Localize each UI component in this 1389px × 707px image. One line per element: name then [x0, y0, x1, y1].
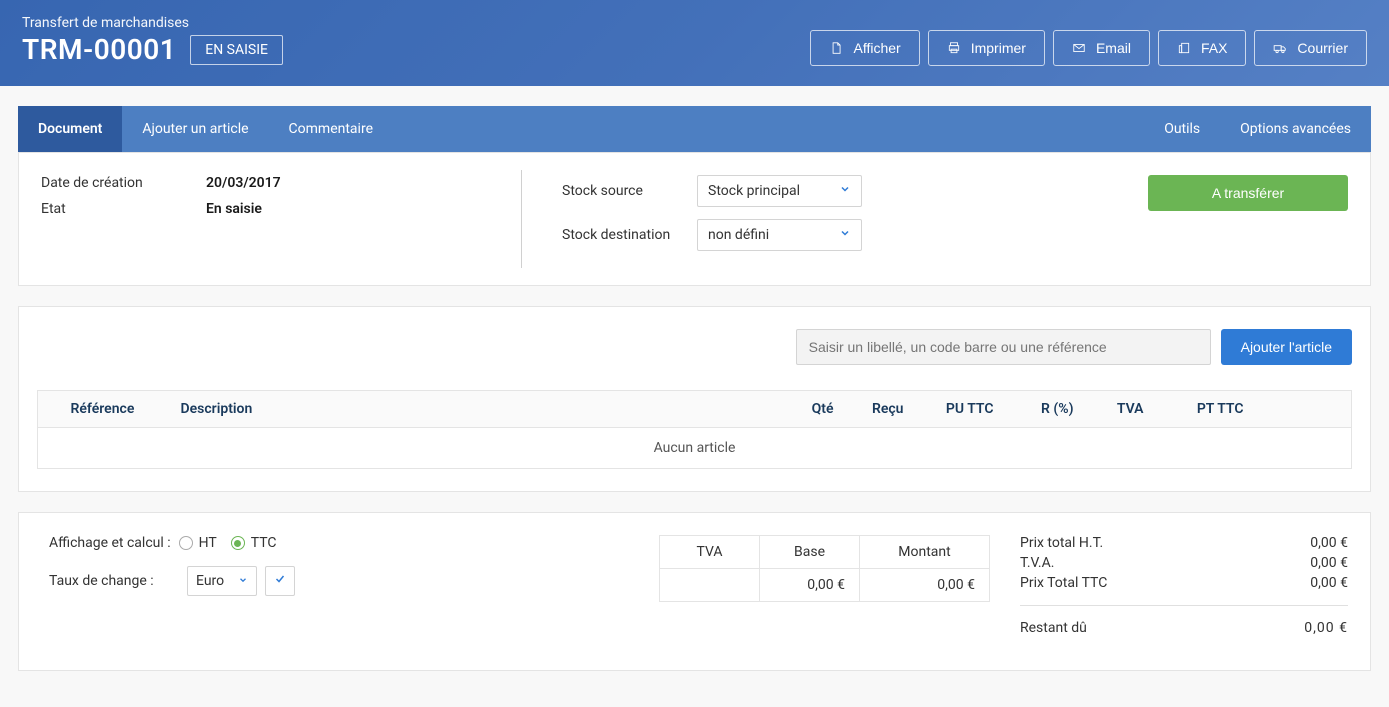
- printer-icon: [947, 41, 961, 55]
- articles-table: Référence Description Qté Reçu PU TTC R …: [37, 390, 1352, 469]
- empty-message: Aucun article: [38, 428, 1352, 469]
- total-tva-value: 0,00 €: [1310, 555, 1348, 571]
- currency-select[interactable]: Euro: [187, 566, 257, 596]
- tab-options-avancees[interactable]: Options avancées: [1220, 106, 1371, 152]
- check-icon: [274, 573, 286, 585]
- truck-icon: [1273, 41, 1287, 55]
- chevron-down-icon: [839, 227, 851, 243]
- tab-document[interactable]: Document: [18, 106, 122, 152]
- tva-col-base: Base: [760, 536, 860, 569]
- taux-change-label: Taux de change :: [49, 573, 179, 589]
- document-title: TRM-00001: [22, 33, 176, 66]
- tab-outils[interactable]: Outils: [1144, 106, 1220, 152]
- affichage-label: Affichage et calcul :: [49, 535, 171, 551]
- total-tva-label: T.V.A.: [1020, 555, 1054, 571]
- stock-source-select[interactable]: Stock principal: [697, 175, 862, 207]
- remaining-label: Restant dû: [1020, 620, 1087, 636]
- header-actions: Afficher Imprimer Email FAX Courrier: [810, 30, 1367, 66]
- articles-panel: Ajouter l'article Référence Description …: [18, 306, 1371, 492]
- afficher-button[interactable]: Afficher: [810, 30, 919, 66]
- col-pu-ttc: PU TTC: [912, 391, 1002, 428]
- total-ttc-label: Prix Total TTC: [1020, 575, 1107, 591]
- chevron-down-icon: [238, 573, 248, 589]
- tab-ajouter-article[interactable]: Ajouter un article: [122, 106, 268, 152]
- document-icon: [829, 41, 843, 55]
- remaining-value: 0,00 €: [1304, 620, 1348, 636]
- tva-col-montant: Montant: [860, 536, 990, 569]
- etat-value: En saisie: [206, 201, 262, 217]
- tva-col-tva: TVA: [660, 536, 760, 569]
- stock-destination-label: Stock destination: [562, 227, 697, 243]
- divider: [521, 170, 522, 268]
- ajouter-article-button[interactable]: Ajouter l'article: [1221, 329, 1352, 365]
- tab-bar: Document Ajouter un article Commentaire …: [18, 106, 1371, 152]
- col-pt-ttc: PT TTC: [1152, 391, 1252, 428]
- etat-label: Etat: [41, 201, 206, 217]
- radio-icon: [179, 536, 193, 550]
- totals-panel: Affichage et calcul : HT TTC Taux de cha…: [18, 512, 1371, 671]
- col-description: Description: [173, 391, 782, 428]
- status-badge: EN SAISIE: [190, 35, 283, 65]
- col-recu: Reçu: [842, 391, 912, 428]
- date-creation-value: 20/03/2017: [206, 175, 281, 191]
- col-qte: Qté: [782, 391, 842, 428]
- col-r-pct: R (%): [1002, 391, 1082, 428]
- fax-icon: [1177, 41, 1191, 55]
- tva-montant-value: 0,00 €: [860, 569, 990, 602]
- envelope-icon: [1072, 41, 1086, 55]
- total-ttc-value: 0,00 €: [1310, 575, 1348, 591]
- stock-source-label: Stock source: [562, 183, 697, 199]
- currency-confirm-button[interactable]: [265, 566, 295, 596]
- info-panel: Date de création 20/03/2017 Etat En sais…: [18, 152, 1371, 286]
- radio-ttc[interactable]: TTC: [231, 535, 277, 551]
- header-subtitle: Transfert de marchandises: [22, 15, 283, 31]
- col-tva: TVA: [1082, 391, 1152, 428]
- separator: [1020, 605, 1348, 606]
- page-header: Transfert de marchandises TRM-00001 EN S…: [0, 0, 1389, 86]
- imprimer-button[interactable]: Imprimer: [928, 30, 1045, 66]
- email-button[interactable]: Email: [1053, 30, 1150, 66]
- col-reference: Référence: [63, 391, 173, 428]
- chevron-down-icon: [839, 183, 851, 199]
- date-creation-label: Date de création: [41, 175, 206, 191]
- tva-table: TVA Base Montant 0,00 € 0,00 €: [659, 535, 990, 602]
- tva-base-value: 0,00 €: [760, 569, 860, 602]
- total-ht-value: 0,00 €: [1310, 535, 1348, 551]
- transferer-button[interactable]: A transférer: [1148, 175, 1348, 211]
- tab-commentaire[interactable]: Commentaire: [269, 106, 393, 152]
- article-search-input[interactable]: [796, 329, 1211, 365]
- fax-button[interactable]: FAX: [1158, 30, 1246, 66]
- radio-icon: [231, 536, 245, 550]
- total-ht-label: Prix total H.T.: [1020, 535, 1103, 551]
- radio-ht[interactable]: HT: [179, 535, 217, 551]
- courrier-button[interactable]: Courrier: [1254, 30, 1367, 66]
- stock-destination-select[interactable]: non défini: [697, 219, 862, 251]
